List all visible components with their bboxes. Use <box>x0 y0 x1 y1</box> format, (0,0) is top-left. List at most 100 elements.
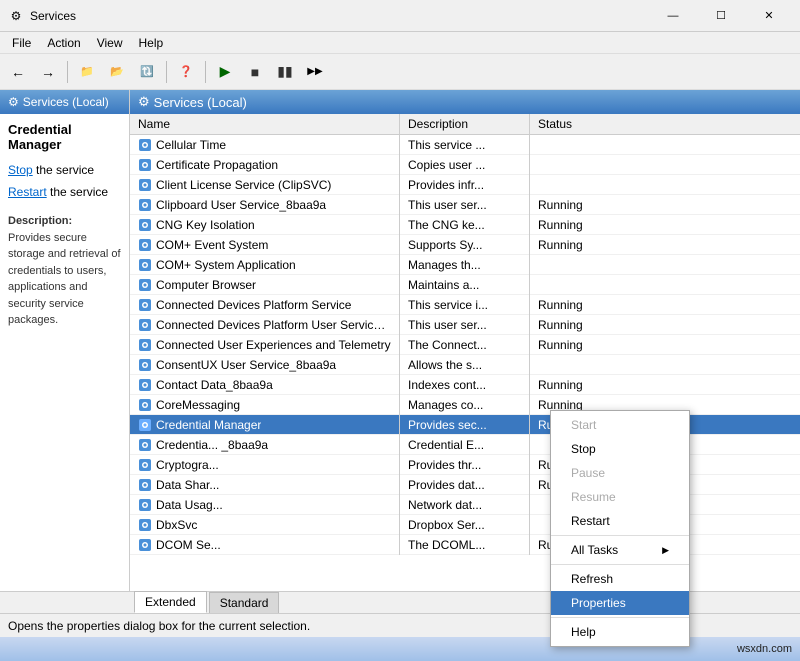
toolbar-sep-1 <box>67 61 68 83</box>
panel-header: ⚙ Services (Local) <box>130 90 800 114</box>
toolbar-refresh[interactable]: 🔃 <box>133 58 161 86</box>
service-row[interactable]: Connected Devices Platform ServiceThis s… <box>130 295 800 315</box>
menu-view[interactable]: View <box>89 34 131 52</box>
context-menu-sep <box>551 564 689 565</box>
context-menu-item-restart[interactable]: Restart <box>551 509 689 533</box>
context-menu-item-all-tasks[interactable]: All Tasks▶ <box>551 538 689 562</box>
restart-service-link[interactable]: Restart <box>8 185 47 199</box>
service-name: Connected Devices Platform User Service_… <box>130 315 400 335</box>
service-desc: Provides thr... <box>400 455 530 475</box>
service-row[interactable]: CoreMessagingManages co...Running <box>130 395 800 415</box>
service-desc: Indexes cont... <box>400 375 530 395</box>
left-panel-desc: Description: Provides secure storage and… <box>8 213 121 329</box>
toolbar-folder[interactable]: 📂 <box>103 58 131 86</box>
desc-text: Provides secure storage and retrieval of… <box>8 232 121 327</box>
tab-extended[interactable]: Extended <box>134 591 207 613</box>
service-row[interactable]: Credential ManagerProvides sec...Running <box>130 415 800 435</box>
service-name: Contact Data_8baa9a <box>130 375 400 395</box>
service-desc: Manages th... <box>400 255 530 275</box>
toolbar-forward[interactable]: → <box>34 58 62 86</box>
service-row[interactable]: DCOM Se...The DCOML...Running <box>130 535 800 555</box>
service-name: Credential Manager <box>130 415 400 435</box>
service-icon <box>138 438 152 452</box>
right-panel: ⚙ Services (Local) Name Description Stat… <box>130 90 800 591</box>
minimize-button[interactable]: — <box>650 0 696 32</box>
service-row[interactable]: Certificate PropagationCopies user ... <box>130 155 800 175</box>
desc-label: Description: <box>8 215 72 227</box>
toolbar: ← → 📁 📂 🔃 ❓ ▶ ■ ▮▮ ▶▶ <box>0 54 800 90</box>
service-status <box>530 182 610 188</box>
service-row[interactable]: Connected User Experiences and Telemetry… <box>130 335 800 355</box>
context-menu-item-help[interactable]: Help <box>551 620 689 644</box>
services-header: Name Description Status <box>130 114 800 135</box>
maximize-button[interactable]: ☐ <box>698 0 744 32</box>
left-panel-title: Credential Manager <box>8 122 121 152</box>
col-header-name[interactable]: Name <box>130 114 400 134</box>
col-header-status[interactable]: Status <box>530 114 610 134</box>
service-row[interactable]: COM+ Event SystemSupports Sy...Running <box>130 235 800 255</box>
service-row[interactable]: Cryptogra...Provides thr...Running <box>130 455 800 475</box>
service-icon <box>138 298 152 312</box>
main-area: ⚙ Services (Local) Credential Manager St… <box>0 90 800 591</box>
service-name: Connected Devices Platform Service <box>130 295 400 315</box>
toolbar-restart[interactable]: ▶▶ <box>301 58 329 86</box>
menu-action[interactable]: Action <box>39 34 88 52</box>
left-nav: ⚙ Services (Local) Credential Manager St… <box>0 90 130 591</box>
context-menu-item-resume: Resume <box>551 485 689 509</box>
left-panel-actions: Stop the service Restart the service <box>8 160 121 203</box>
service-name: Cellular Time <box>130 135 400 155</box>
service-row[interactable]: Cellular TimeThis service ... <box>130 135 800 155</box>
service-row[interactable]: Clipboard User Service_8baa9aThis user s… <box>130 195 800 215</box>
left-panel: Credential Manager Stop the service Rest… <box>0 114 130 337</box>
service-icon <box>138 358 152 372</box>
service-status: Running <box>530 375 610 395</box>
service-icon <box>138 318 152 332</box>
service-row[interactable]: Client License Service (ClipSVC)Provides… <box>130 175 800 195</box>
service-desc: Provides infr... <box>400 175 530 195</box>
close-button[interactable]: ✕ <box>746 0 792 32</box>
service-row[interactable]: Computer BrowserMaintains a... <box>130 275 800 295</box>
context-menu-item-properties[interactable]: Properties <box>551 591 689 615</box>
service-name: Data Usag... <box>130 495 400 515</box>
toolbar-stop[interactable]: ■ <box>241 58 269 86</box>
services-rows[interactable]: Cellular TimeThis service ... Certificat… <box>130 135 800 591</box>
service-row[interactable]: COM+ System ApplicationManages th... <box>130 255 800 275</box>
service-name: Clipboard User Service_8baa9a <box>130 195 400 215</box>
stop-service-link[interactable]: Stop <box>8 163 33 177</box>
service-row[interactable]: CNG Key IsolationThe CNG ke...Running <box>130 215 800 235</box>
service-name: CNG Key Isolation <box>130 215 400 235</box>
left-nav-header: ⚙ Services (Local) <box>0 90 129 114</box>
toolbar-back[interactable]: ← <box>4 58 32 86</box>
service-desc: This user ser... <box>400 195 530 215</box>
toolbar-play[interactable]: ▶ <box>211 58 239 86</box>
menu-file[interactable]: File <box>4 34 39 52</box>
service-row[interactable]: Credentia... _8baa9aCredential E... <box>130 435 800 455</box>
service-status <box>530 262 610 268</box>
tab-standard[interactable]: Standard <box>209 592 280 613</box>
window-title: Services <box>30 9 650 23</box>
service-icon <box>138 398 152 412</box>
toolbar-help[interactable]: ❓ <box>172 58 200 86</box>
service-row[interactable]: Data Shar...Provides dat...Running <box>130 475 800 495</box>
service-icon <box>138 278 152 292</box>
context-menu-item-refresh[interactable]: Refresh <box>551 567 689 591</box>
service-row[interactable]: Connected Devices Platform User Service_… <box>130 315 800 335</box>
service-icon <box>138 538 152 552</box>
service-desc: Network dat... <box>400 495 530 515</box>
menu-help[interactable]: Help <box>131 34 172 52</box>
service-row[interactable]: Data Usag...Network dat... <box>130 495 800 515</box>
context-menu-item-stop[interactable]: Stop <box>551 437 689 461</box>
service-row[interactable]: Contact Data_8baa9aIndexes cont...Runnin… <box>130 375 800 395</box>
col-header-desc[interactable]: Description <box>400 114 530 134</box>
service-status: Running <box>530 295 610 315</box>
service-desc: Provides dat... <box>400 475 530 495</box>
context-menu: StartStopPauseResumeRestartAll Tasks▶Ref… <box>550 410 690 647</box>
service-row[interactable]: DbxSvcDropbox Ser... <box>130 515 800 535</box>
service-row[interactable]: ConsentUX User Service_8baa9aAllows the … <box>130 355 800 375</box>
service-name: Client License Service (ClipSVC) <box>130 175 400 195</box>
toolbar-pause[interactable]: ▮▮ <box>271 58 299 86</box>
toolbar-up[interactable]: 📁 <box>73 58 101 86</box>
service-name: ConsentUX User Service_8baa9a <box>130 355 400 375</box>
service-icon <box>138 178 152 192</box>
menu-bar: File Action View Help <box>0 32 800 54</box>
